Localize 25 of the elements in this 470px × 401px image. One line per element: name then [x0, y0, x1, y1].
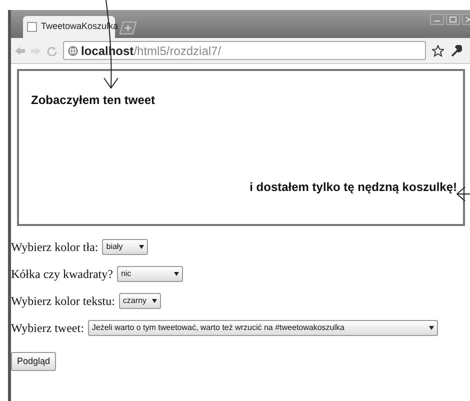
globe-icon [68, 46, 78, 56]
dropdown[interactable]: Jeżeli warto o tym tweetować, warto też wrzucić na #tweetowakoszulka [88, 320, 438, 336]
new-tab-icon[interactable] [119, 21, 137, 35]
star-icon[interactable] [432, 44, 444, 56]
page-icon [27, 22, 37, 32]
dropdown[interactable]: czarny [118, 293, 161, 309]
reload-icon[interactable] [47, 46, 57, 56]
back-icon[interactable] [15, 46, 25, 54]
caret-icon [174, 272, 179, 276]
dropdown[interactable]: biały [102, 239, 148, 255]
caret-icon [152, 299, 157, 303]
leader-line [456, 186, 470, 202]
minimize-icon[interactable] [430, 14, 444, 25]
caret-icon [139, 245, 144, 249]
maximize-icon[interactable] [446, 14, 460, 25]
field-label: Wybierz kolor tekstu: [11, 293, 115, 310]
canvas-text: i dostałem tylko tę nędzną koszulkę! [250, 179, 457, 196]
wrench-icon[interactable] [450, 44, 462, 56]
field-label: Wybierz kolor tła: [11, 239, 98, 256]
preview-button[interactable]: Podgląd [11, 352, 56, 371]
dropdown[interactable]: nic [116, 266, 183, 282]
canvas-text: Zobaczyłem ten tweet [31, 92, 156, 109]
field-label: Kółka czy kwadraty? [11, 266, 113, 283]
field-label: Wybierz tweet: [11, 320, 84, 337]
caret-icon [428, 326, 434, 330]
